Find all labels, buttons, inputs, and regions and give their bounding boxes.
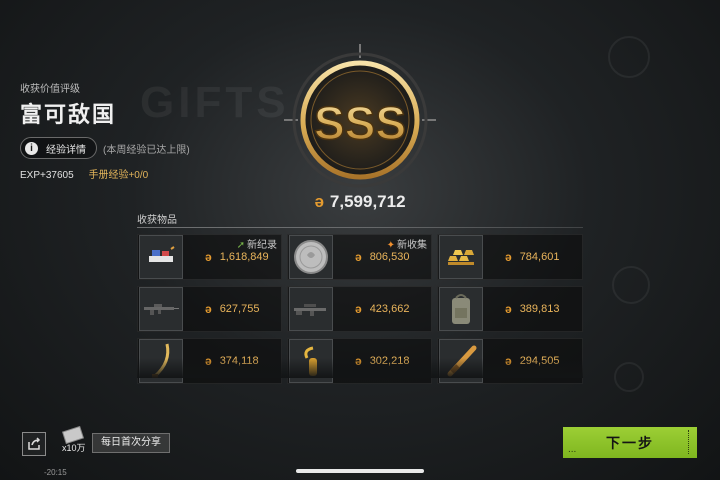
total-value: ǝ 7,599,712 bbox=[0, 192, 720, 212]
item-value: ǝ 389,813 bbox=[505, 302, 559, 316]
next-step-dots: ... bbox=[568, 444, 577, 455]
background-ring bbox=[612, 266, 650, 304]
rating-title: 富可敌国 bbox=[20, 102, 117, 127]
exp-details-label: 经验详情 bbox=[46, 144, 86, 156]
item-card[interactable]: ǝ 1,618,849 ➚ 新纪录 bbox=[137, 234, 282, 280]
koin-icon: ǝ bbox=[505, 302, 512, 316]
manual-exp: 手册经验+0/0 bbox=[88, 170, 149, 181]
background-ring bbox=[608, 36, 650, 78]
tea-set-icon bbox=[139, 235, 183, 279]
item-card[interactable]: ǝ 627,755 bbox=[137, 286, 282, 332]
item-value-amount: 627,755 bbox=[219, 303, 260, 315]
badge-grade-text: SSS bbox=[314, 97, 406, 149]
item-value-amount: 389,813 bbox=[519, 303, 560, 315]
item-value: ǝ 627,755 bbox=[205, 302, 259, 316]
exp-gain: EXP+37605 bbox=[20, 170, 74, 181]
koin-icon: ǝ bbox=[355, 250, 362, 264]
backpack-icon bbox=[439, 287, 483, 331]
item-card[interactable]: ǝ 806,530 ✦ 新收集 bbox=[287, 234, 432, 280]
next-step-label: 下一步 bbox=[606, 434, 654, 451]
reward-qty: x10万 bbox=[62, 443, 86, 453]
item-value-amount: 784,601 bbox=[519, 251, 560, 263]
item-value-amount: 806,530 bbox=[369, 251, 410, 263]
silver-coin-icon bbox=[289, 235, 333, 279]
item-value: ǝ 423,662 bbox=[355, 302, 409, 316]
home-indicator[interactable] bbox=[296, 469, 424, 473]
exp-row: i 经验详情 (本周经验已达上限) bbox=[20, 137, 190, 159]
koin-icon: ǝ bbox=[205, 250, 212, 264]
sparkle-icon: ✦ bbox=[386, 240, 395, 251]
grid-fade bbox=[137, 358, 583, 378]
koin-icon: ǝ bbox=[355, 302, 362, 316]
koin-icon: ǝ bbox=[314, 192, 324, 211]
new-record-tag: ➚ 新纪录 bbox=[237, 236, 277, 251]
assault-rifle-icon bbox=[139, 287, 183, 331]
next-step-stripe bbox=[688, 430, 695, 454]
total-value-amount: 7,599,712 bbox=[329, 192, 406, 211]
item-card[interactable]: ǝ 784,601 bbox=[437, 234, 583, 280]
daily-share-reward[interactable]: x10万 每日首次分享 bbox=[58, 425, 170, 453]
share-icon bbox=[28, 437, 41, 450]
item-value: ǝ 1,618,849 bbox=[205, 250, 269, 264]
clock-text: -20:15 bbox=[44, 468, 67, 477]
exp-line: EXP+37605 手册经验+0/0 bbox=[20, 166, 190, 181]
new-collection-tag: ✦ 新收集 bbox=[387, 236, 427, 251]
daily-share-label: 每日首次分享 bbox=[92, 433, 170, 453]
gold-bars-icon bbox=[439, 235, 483, 279]
rifle-icon bbox=[289, 287, 333, 331]
exp-details-button[interactable]: i 经验详情 bbox=[20, 137, 97, 159]
up-arrow-icon: ➚ bbox=[236, 240, 245, 251]
items-divider bbox=[137, 227, 583, 228]
share-button[interactable] bbox=[22, 432, 46, 456]
koin-icon: ǝ bbox=[205, 302, 212, 316]
rating-badge: SSS bbox=[284, 44, 436, 188]
tag-label: 新收集 bbox=[397, 240, 427, 251]
weekly-cap-note: (本周经验已达上限) bbox=[103, 144, 190, 156]
item-card[interactable]: ǝ 423,662 bbox=[287, 286, 432, 332]
background-ring bbox=[614, 362, 644, 392]
item-value-amount: 1,618,849 bbox=[219, 251, 269, 263]
reward-item: x10万 bbox=[58, 425, 88, 453]
item-value: ǝ 806,530 bbox=[355, 250, 409, 264]
rating-caption: 收获价值评级 bbox=[20, 84, 80, 95]
koin-icon: ǝ bbox=[505, 250, 512, 264]
items-title: 收获物品 bbox=[137, 215, 177, 226]
info-icon: i bbox=[25, 141, 38, 155]
item-card[interactable]: ǝ 389,813 bbox=[437, 286, 583, 332]
rating-panel: 收获价值评级 富可敌国 i 经验详情 (本周经验已达上限) EXP+37605 … bbox=[20, 80, 190, 181]
tag-label: 新纪录 bbox=[247, 240, 277, 251]
item-value-amount: 423,662 bbox=[369, 303, 410, 315]
item-value: ǝ 784,601 bbox=[505, 250, 559, 264]
next-step-button[interactable]: 下一步 ... bbox=[563, 427, 697, 458]
